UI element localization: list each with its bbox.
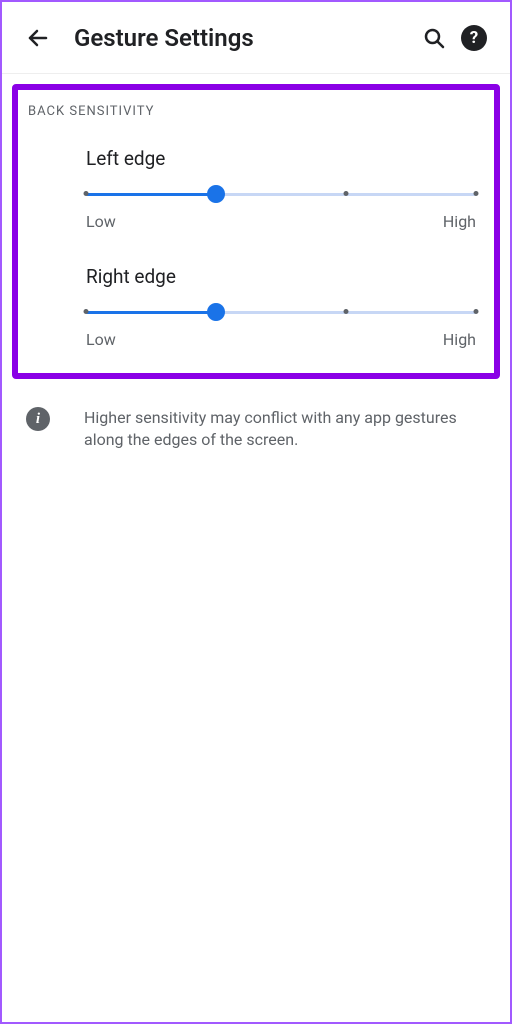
search-button[interactable] bbox=[414, 18, 454, 58]
right-edge-thumb[interactable] bbox=[207, 303, 225, 321]
page-title: Gesture Settings bbox=[74, 24, 414, 52]
left-edge-low-label: Low bbox=[86, 212, 116, 231]
left-edge-thumb[interactable] bbox=[207, 185, 225, 203]
back-button[interactable] bbox=[18, 18, 58, 58]
left-edge-label: Left edge bbox=[86, 147, 476, 170]
right-edge-high-label: High bbox=[443, 330, 476, 349]
info-row: i Higher sensitivity may conflict with a… bbox=[2, 389, 510, 452]
right-edge-label: Right edge bbox=[86, 265, 476, 288]
info-icon: i bbox=[26, 407, 50, 431]
left-edge-slider-block: Left edge Low High bbox=[28, 147, 484, 231]
left-edge-high-label: High bbox=[443, 212, 476, 231]
arrow-left-icon bbox=[26, 26, 50, 50]
section-label: Back Sensitivity bbox=[28, 104, 484, 119]
back-sensitivity-section: Back Sensitivity Left edge Low High Righ… bbox=[12, 84, 500, 379]
search-icon bbox=[422, 26, 446, 50]
app-bar: Gesture Settings ? bbox=[2, 2, 510, 74]
help-button[interactable]: ? bbox=[454, 18, 494, 58]
right-edge-slider[interactable] bbox=[86, 304, 476, 320]
info-text: Higher sensitivity may conflict with any… bbox=[84, 407, 486, 452]
right-edge-low-label: Low bbox=[86, 330, 116, 349]
help-icon: ? bbox=[461, 25, 487, 51]
left-edge-slider[interactable] bbox=[86, 186, 476, 202]
right-edge-slider-block: Right edge Low High bbox=[28, 265, 484, 349]
